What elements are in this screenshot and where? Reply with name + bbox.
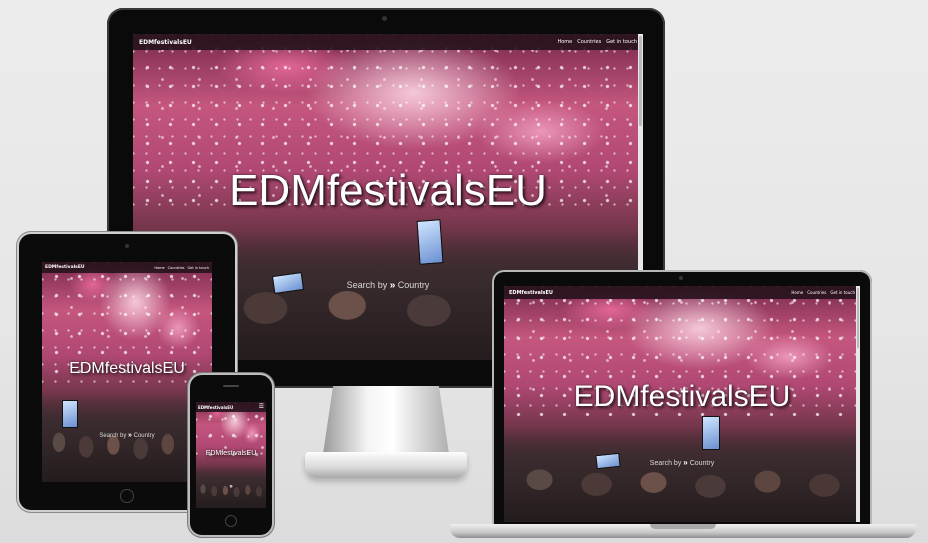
navbar: EDMfestivalsEU Home Countries Get in tou… (133, 34, 643, 50)
navbar: EDMfestivalsEU Home Countries Get in tou… (42, 262, 212, 273)
nav-link-countries[interactable]: Countries (168, 266, 185, 270)
nav-links: Home Countries Get in touch (151, 266, 209, 270)
laptop: EDMfestivalsEU Home Countries Get in tou… (492, 270, 872, 526)
scrollbar-thumb[interactable] (857, 288, 859, 348)
search-by-label: Search by (346, 280, 388, 290)
search-by-country[interactable]: Search by » Country (504, 458, 860, 467)
navbar-brand[interactable]: EDMfestivalsEU (45, 265, 85, 270)
monitor-camera (382, 16, 387, 21)
nav-link-get-in-touch[interactable]: Get in touch (830, 290, 855, 295)
nav-link-home[interactable]: Home (154, 266, 164, 270)
hero-title: EDMfestivalsEU (205, 450, 257, 457)
scrollbar[interactable] (856, 286, 860, 522)
nav-link-get-in-touch[interactable]: Get in touch (606, 39, 637, 45)
hero-title: EDMfestivalsEU (229, 166, 547, 215)
search-by-label: Search by (99, 433, 127, 439)
country-label: Country (133, 433, 155, 439)
laptop-screen: EDMfestivalsEU Home Countries Get in tou… (504, 286, 860, 522)
country-label: Country (689, 460, 715, 467)
laptop-hinge-notch (650, 524, 716, 529)
raised-phone (62, 400, 78, 428)
navbar-brand[interactable]: EDMfestivalsEU (509, 290, 553, 296)
double-chevron-down-icon[interactable]: » (128, 432, 132, 439)
hero-title: EDMfestivalsEU (69, 360, 185, 377)
navbar: EDMfestivalsEU Home Countries Get in tou… (504, 286, 860, 299)
raised-phone (702, 416, 720, 450)
tablet-screen: EDMfestivalsEU Home Countries Get in tou… (42, 262, 212, 482)
laptop-camera (679, 276, 683, 280)
nav-link-countries[interactable]: Countries (577, 39, 601, 45)
nav-links: Home Countries Get in touch (787, 290, 855, 295)
monitor-stand-neck (323, 386, 449, 454)
raised-phone (416, 219, 444, 265)
monitor-stand-base (305, 452, 467, 478)
nav-link-countries[interactable]: Countries (807, 290, 826, 295)
double-chevron-down-icon[interactable]: » (229, 484, 232, 490)
navbar-brand[interactable]: EDMfestivalsEU (198, 405, 233, 410)
nav-link-home[interactable]: Home (791, 290, 803, 295)
phone: EDMfestivalsEU ☰ EDMfestivalsEU » (190, 375, 272, 535)
phone-speaker (223, 385, 239, 387)
nav-link-home[interactable]: Home (557, 39, 572, 45)
nav-links: Home Countries Get in touch (552, 39, 637, 45)
search-by-country[interactable]: » (196, 484, 266, 490)
crowd-silhouettes (504, 427, 860, 522)
search-by-country[interactable]: Search by » Country (42, 432, 212, 439)
hamburger-menu-icon[interactable]: ☰ (259, 404, 264, 410)
hero-title: EDMfestivalsEU (573, 380, 791, 413)
phone-screen: EDMfestivalsEU ☰ EDMfestivalsEU » (196, 402, 266, 508)
home-button-icon[interactable] (120, 489, 134, 503)
double-chevron-down-icon[interactable]: » (683, 458, 687, 467)
navbar-brand[interactable]: EDMfestivalsEU (139, 39, 192, 46)
double-chevron-down-icon[interactable]: » (390, 280, 396, 291)
search-by-label: Search by (649, 460, 682, 467)
nav-link-get-in-touch[interactable]: Get in touch (187, 266, 209, 270)
tablet-camera (125, 244, 129, 248)
home-button-icon[interactable] (225, 515, 237, 527)
scrollbar-thumb[interactable] (639, 36, 642, 126)
navbar: EDMfestivalsEU ☰ (196, 402, 266, 412)
country-label: Country (397, 280, 430, 290)
